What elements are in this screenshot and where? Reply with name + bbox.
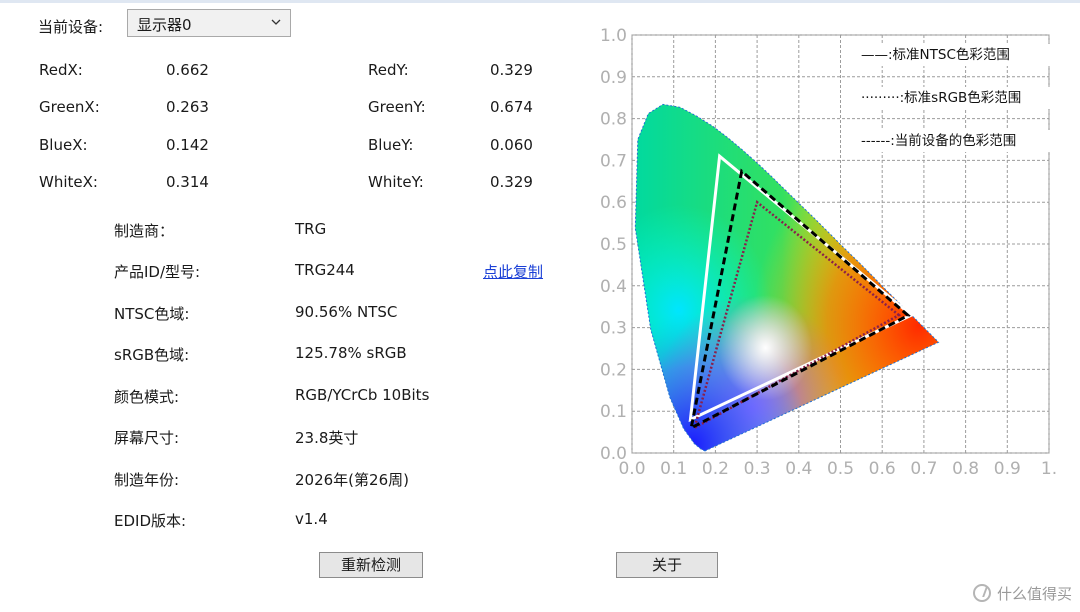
y-tick-label: 0.4	[600, 277, 627, 297]
copy-link[interactable]: 点此复制	[483, 261, 543, 282]
legend-entry-solid: ——:标准NTSC色彩范围	[861, 46, 1010, 63]
y-tick-label: 0.0	[600, 444, 627, 464]
whitey-label: WhiteY:	[368, 173, 424, 191]
y-tick-label: 0.9	[600, 68, 627, 88]
watermark-text: 什么值得买	[996, 585, 1072, 603]
product-id-label: 产品ID/型号:	[114, 263, 201, 281]
x-tick-label: 0.6	[869, 459, 896, 479]
redy-value: 0.329	[490, 61, 533, 79]
watermark: 什么值得买	[972, 583, 1072, 604]
edid-version-value: v1.4	[295, 510, 328, 528]
device-label: 当前设备:	[38, 18, 104, 36]
about-button[interactable]: 关于	[616, 552, 718, 578]
srgb-gamut-label: sRGB色域:	[114, 346, 190, 364]
y-tick-label: 0.3	[600, 319, 627, 339]
redy-label: RedY:	[368, 61, 409, 79]
srgb-gamut-value: 125.78% sRGB	[295, 344, 407, 362]
color-mode-label: 颜色模式:	[114, 388, 180, 406]
greenx-value: 0.263	[166, 98, 209, 116]
x-tick-label: 0.7	[910, 459, 937, 479]
y-tick-label: 1.0	[600, 26, 627, 46]
legend-entry-dashed: ------:当前设备的色彩范围	[861, 132, 1016, 149]
whitey-value: 0.329	[490, 173, 533, 191]
x-tick-label: 0.9	[994, 459, 1021, 479]
manufacture-year-label: 制造年份:	[114, 471, 180, 489]
redetect-button[interactable]: 重新检测	[319, 552, 423, 578]
bluex-label: BlueX:	[39, 136, 88, 154]
redx-label: RedX:	[39, 61, 83, 79]
x-tick-label: 0.3	[744, 459, 771, 479]
greeny-value: 0.674	[490, 98, 533, 116]
whitex-value: 0.314	[166, 173, 209, 191]
bluey-label: BlueY:	[368, 136, 414, 154]
y-tick-label: 0.7	[600, 151, 627, 171]
bluex-value: 0.142	[166, 136, 209, 154]
x-tick-label: 1.	[1041, 459, 1057, 479]
device-select[interactable]: 显示器0	[127, 9, 291, 37]
window-top-border	[0, 0, 1080, 3]
y-tick-label: 0.8	[600, 110, 627, 130]
manufacturer-value: TRG	[295, 220, 327, 238]
product-id-value: TRG244	[295, 261, 355, 279]
screen-size-value: 23.8英寸	[295, 429, 359, 447]
whitex-label: WhiteX:	[39, 173, 98, 191]
y-tick-label: 0.2	[600, 360, 627, 380]
x-tick-label: 0.8	[952, 459, 979, 479]
ntsc-gamut-label: NTSC色域:	[114, 305, 190, 323]
x-tick-label: 0.2	[702, 459, 729, 479]
chevron-down-icon	[271, 19, 281, 25]
color-mode-value: RGB/YCrCb 10Bits	[295, 386, 430, 404]
manufacturer-label: 制造商：	[114, 222, 175, 240]
x-tick-label: 0.1	[660, 459, 687, 479]
redx-value: 0.662	[166, 61, 209, 79]
legend-entry-dotted: ·········:标准sRGB色彩范围	[861, 89, 1021, 106]
device-select-value: 显示器0	[137, 16, 192, 34]
edid-version-label: EDID版本:	[114, 512, 187, 530]
bluey-value: 0.060	[490, 136, 533, 154]
manufacture-year-value: 2026年(第26周)	[295, 471, 409, 489]
cie-chromaticity-chart: 0.0 0.1 0.2 0.3 0.4 0.5 0.6 0.7 0.8 0.9 1.0.00.10.…	[600, 26, 1057, 479]
ntsc-gamut-value: 90.56% NTSC	[295, 303, 398, 321]
screen-size-label: 屏幕尺寸:	[114, 429, 180, 447]
y-tick-label: 0.6	[600, 193, 627, 213]
x-tick-label: 0.5	[827, 459, 854, 479]
y-tick-label: 0.1	[600, 402, 627, 422]
x-tick-label: 0.4	[785, 459, 812, 479]
watermark-logo-icon	[972, 584, 991, 602]
greeny-label: GreenY:	[368, 98, 426, 116]
y-tick-label: 0.5	[600, 235, 627, 255]
greenx-label: GreenX:	[39, 98, 100, 116]
